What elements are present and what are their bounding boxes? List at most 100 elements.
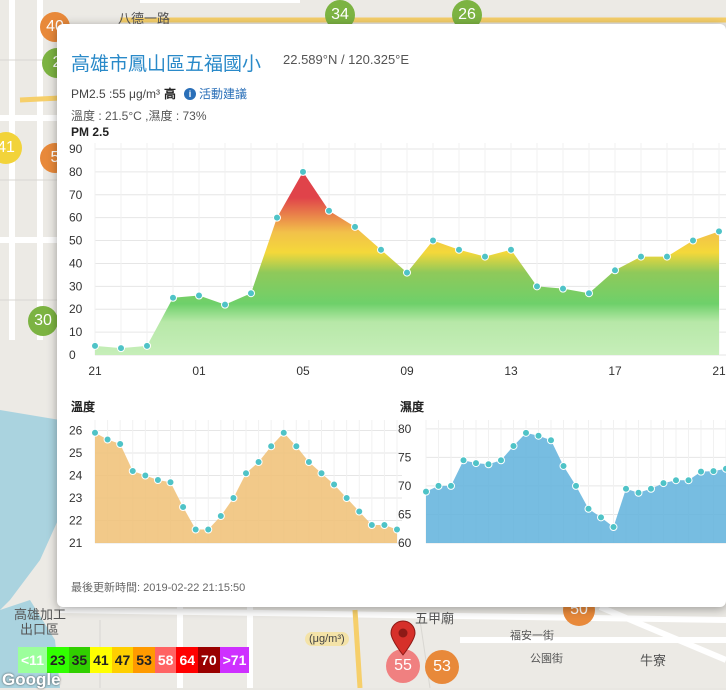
station-name[interactable]: 高雄市鳳山區五福國小 [71, 49, 261, 76]
data-point [548, 437, 555, 444]
x-tick-label: 13 [504, 364, 518, 378]
data-point [356, 508, 363, 515]
data-point [331, 481, 338, 488]
data-point [723, 465, 726, 472]
y-tick-label: 70 [398, 479, 412, 493]
data-point [293, 443, 300, 450]
map-pin-icon[interactable] [390, 620, 416, 656]
data-point [92, 429, 99, 436]
data-point [498, 457, 505, 464]
data-point [448, 482, 455, 489]
data-point [129, 468, 136, 475]
data-point [205, 526, 212, 533]
data-point [368, 522, 375, 529]
x-tick-label: 21 [712, 364, 726, 378]
temperature-chart: 212223242526 [57, 414, 402, 554]
data-point [560, 462, 567, 469]
data-point [180, 504, 187, 511]
data-point [117, 441, 124, 448]
data-point [352, 223, 359, 230]
data-point [243, 470, 250, 477]
legend-item: 47 [112, 647, 134, 673]
data-point [685, 477, 692, 484]
legend-item: 58 [155, 647, 177, 673]
legend-item: 64 [176, 647, 198, 673]
data-point [217, 513, 224, 520]
y-tick-label: 80 [69, 165, 83, 179]
y-tick-label: 0 [69, 348, 76, 362]
y-tick-label: 75 [398, 450, 412, 464]
y-tick-label: 25 [69, 446, 83, 460]
data-point [154, 477, 161, 484]
pm25-value: PM2.5 :55 μg/m³ [71, 87, 160, 101]
map-label: 牛寮 [640, 650, 666, 669]
x-tick-label: 05 [296, 364, 310, 378]
data-point [610, 524, 617, 531]
y-tick-label: 21 [69, 536, 83, 550]
data-point [698, 468, 705, 475]
data-point [573, 482, 580, 489]
data-point [508, 246, 515, 253]
data-point [485, 461, 492, 468]
data-point [523, 429, 530, 436]
x-tick-label: 21 [88, 364, 102, 378]
y-tick-label: 26 [69, 424, 83, 438]
y-tick-label: 60 [398, 536, 412, 550]
data-point [648, 485, 655, 492]
data-point [404, 269, 411, 276]
data-point [196, 292, 203, 299]
data-point [716, 228, 723, 235]
data-point [460, 457, 467, 464]
y-tick-label: 22 [69, 514, 83, 528]
data-point [482, 253, 489, 260]
data-point [230, 495, 237, 502]
info-icon[interactable]: i [184, 88, 196, 100]
data-point [430, 237, 437, 244]
data-point [192, 526, 199, 533]
last-updated-time: 最後更新時間: 2019-02-22 21:15:50 [71, 579, 245, 595]
data-point [167, 479, 174, 486]
data-point [456, 246, 463, 253]
y-tick-label: 24 [69, 469, 83, 483]
y-tick-label: 50 [69, 234, 83, 248]
data-point [534, 283, 541, 290]
legend-item: 53 [133, 647, 155, 673]
y-tick-label: 10 [69, 325, 83, 339]
data-point [435, 482, 442, 489]
y-tick-label: 70 [69, 188, 83, 202]
data-point [378, 246, 385, 253]
activity-advice-link[interactable]: 活動建議 [199, 87, 247, 101]
humidity-chart: 6065707580 [392, 414, 726, 554]
data-point [510, 442, 517, 449]
data-point [92, 342, 99, 349]
data-point [170, 294, 177, 301]
x-tick-label: 01 [192, 364, 206, 378]
aqi-marker[interactable]: 30 [28, 306, 58, 336]
y-tick-label: 80 [398, 422, 412, 436]
data-point [280, 429, 287, 436]
map-label: 出口區 [20, 619, 59, 638]
map-label: 公園街 [530, 650, 563, 666]
data-point [326, 207, 333, 214]
data-point [248, 290, 255, 297]
map-label: 五甲廟 [415, 608, 454, 627]
data-point [423, 488, 430, 495]
y-tick-label: 30 [69, 279, 83, 293]
data-point [560, 285, 567, 292]
legend-unit: (μg/m³) [305, 632, 349, 646]
data-point [305, 459, 312, 466]
pm25-level: 高 [164, 87, 176, 101]
pm25-summary: PM2.5 :55 μg/m³ 高i活動建議 [71, 85, 247, 102]
data-point [255, 459, 262, 466]
data-point [664, 253, 671, 260]
legend-item: 70 [198, 647, 220, 673]
data-point [623, 485, 630, 492]
data-point [343, 495, 350, 502]
weather-summary: 溫度 : 21.5°C ,濕度 : 73% [71, 107, 207, 124]
data-point [635, 489, 642, 496]
data-point [381, 522, 388, 529]
aqi-marker[interactable]: 53 [425, 650, 459, 684]
data-point [142, 472, 149, 479]
y-tick-label: 20 [69, 302, 83, 316]
google-logo: Google [2, 670, 61, 690]
